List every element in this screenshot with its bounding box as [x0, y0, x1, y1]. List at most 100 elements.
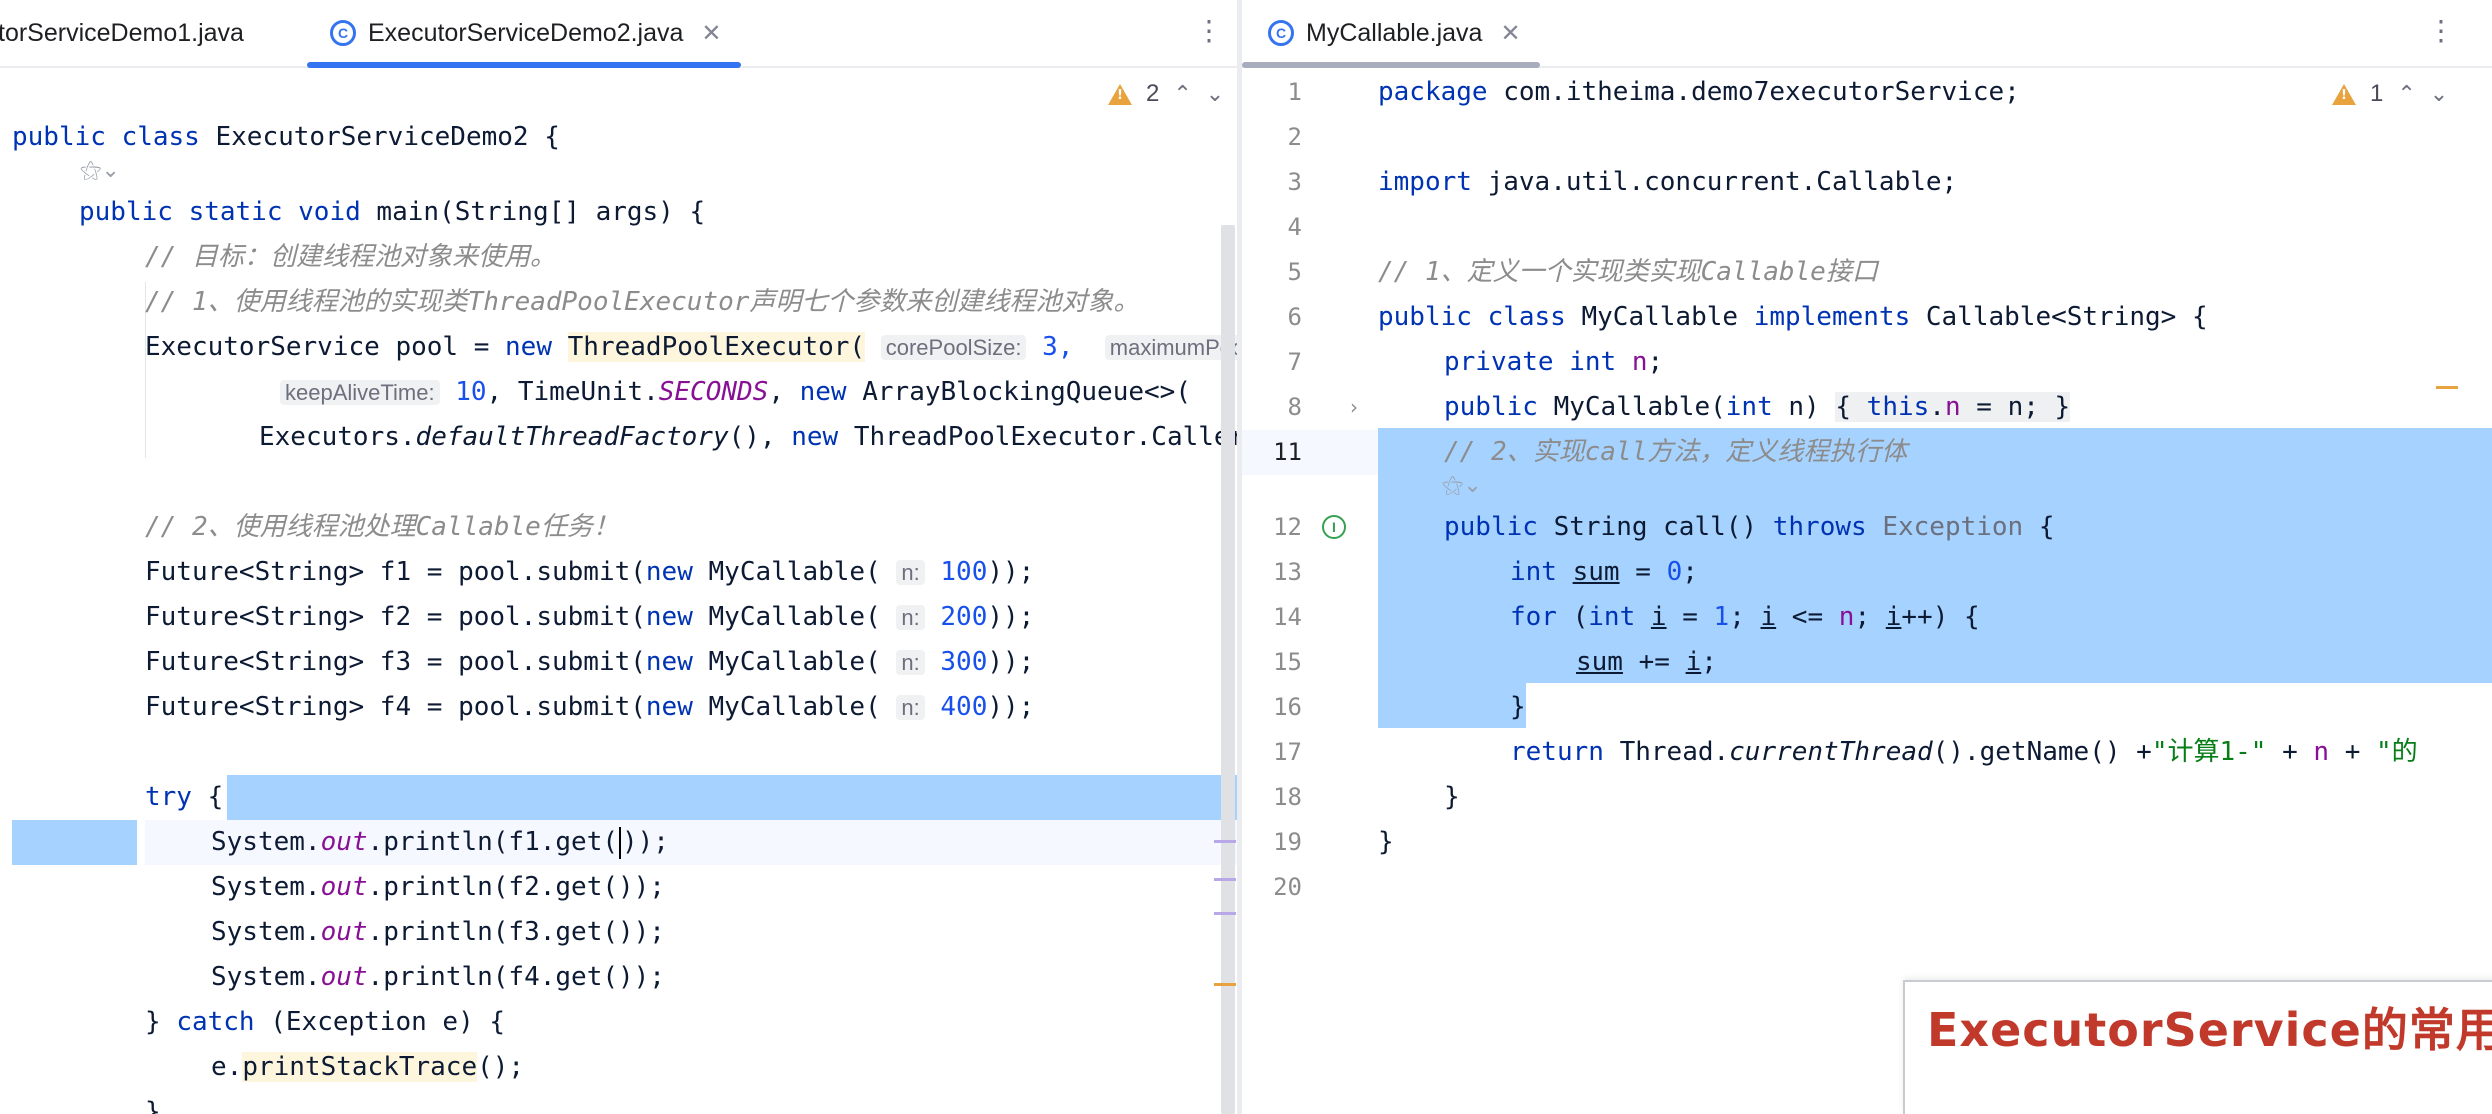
code-line[interactable]: } — [1242, 820, 2492, 865]
code-line[interactable]: } — [0, 1090, 1237, 1114]
left-editor-pane[interactable]: torServiceDemo1.java C ExecutorServiceDe… — [0, 0, 1237, 1114]
comment: // 2、实现call方法，定义线程执行体 — [1444, 437, 1908, 467]
code-line[interactable]: // 2、实现call方法，定义线程执行体 — [1242, 430, 2492, 475]
tab-executor-service-demo2[interactable]: C ExecutorServiceDemo2.java ✕ — [330, 0, 722, 66]
code-line[interactable]: Executors.defaultThreadFactory(), new Th… — [0, 415, 1237, 460]
static-field: out — [320, 917, 368, 947]
code-line[interactable]: Future<String> f4 = pool.submit(new MyCa… — [0, 685, 1237, 730]
code-text: (Exception e) { — [270, 1007, 506, 1037]
number-literal: 200 — [924, 602, 988, 632]
keyword: public — [1444, 392, 1554, 422]
parameter-hint: corePoolSize: — [880, 335, 1027, 360]
code-text: } — [1510, 692, 1526, 722]
vertical-scrollbar[interactable] — [1221, 225, 1235, 1114]
code-line[interactable]: for (int i = 1; i <= n; i++) { — [1242, 595, 2492, 640]
warning-count: 2 — [1146, 80, 1160, 107]
code-line[interactable]: } — [1242, 775, 2492, 820]
code-text: System. — [211, 872, 321, 902]
tab-label: ExecutorServiceDemo2.java — [368, 18, 684, 47]
static-field: out — [320, 962, 368, 992]
more-options-icon[interactable]: ⋮ — [1195, 14, 1223, 47]
keyword: int — [1510, 557, 1573, 587]
code-line[interactable]: Future<String> f1 = pool.submit(new MyCa… — [0, 550, 1237, 595]
code-line[interactable]: public String call() throws Exception { — [1242, 505, 2492, 550]
keyword: throws — [1772, 512, 1883, 542]
code-line[interactable]: package com.itheima.demo7executorService… — [1242, 70, 2492, 115]
code-line[interactable]: } catch (Exception e) { — [0, 1000, 1237, 1045]
chevron-down-icon[interactable]: ⌄ — [1206, 82, 1224, 107]
code-text: ArrayBlockingQueue<>( — [862, 377, 1191, 407]
code-line[interactable]: public static void main(String[] args) { — [0, 190, 1237, 235]
code-text: , TimeUnit. — [486, 377, 659, 407]
keyword: public static void — [79, 197, 377, 227]
chevron-up-icon[interactable]: ⌃ — [1173, 82, 1191, 107]
code-line[interactable]: // 目标：创建线程池对象来使用。 — [0, 235, 1237, 280]
more-options-icon[interactable]: ⋮ — [2427, 14, 2455, 47]
code-line[interactable]: } — [1242, 685, 2492, 730]
variable: sum — [1576, 647, 1623, 677]
code-text: <= — [1776, 602, 1839, 632]
usage-marker[interactable] — [1214, 840, 1236, 843]
inspection-widget[interactable]: 2 ⌃ ⌄ — [1108, 80, 1224, 108]
number-literal: 300 — [924, 647, 988, 677]
code-line[interactable]: public class ExecutorServiceDemo2 { — [0, 115, 1237, 160]
keyword: catch — [176, 1007, 271, 1037]
close-icon[interactable]: ✕ — [1500, 19, 1520, 47]
code-line[interactable]: // 1、使用线程池的实现类ThreadPoolExecutor声明七个参数来创… — [0, 280, 1237, 325]
string-literal: "的 — [2376, 737, 2418, 767]
code-text: .println(f2.get()); — [367, 872, 665, 902]
tab-label: torServiceDemo1.java — [0, 18, 244, 47]
code-line[interactable]: try { — [0, 775, 1237, 820]
code-line[interactable]: int sum = 0; — [1242, 550, 2492, 595]
code-text: )); — [622, 827, 669, 857]
code-text: .println(f1.get( — [367, 827, 618, 857]
usage-marker[interactable] — [1214, 878, 1236, 881]
code-text: .println(f4.get()); — [367, 962, 665, 992]
code-line[interactable]: System.out.println(f3.get()); — [0, 910, 1237, 955]
left-tab-bar: torServiceDemo1.java C ExecutorServiceDe… — [0, 0, 1237, 68]
close-icon[interactable]: ✕ — [701, 19, 721, 47]
code-line[interactable]: Future<String> f2 = pool.submit(new MyCa… — [0, 595, 1237, 640]
warning-marker[interactable] — [1214, 983, 1236, 986]
usage-marker[interactable] — [1214, 912, 1236, 915]
variable: i — [1760, 602, 1777, 632]
code-line[interactable]: keepAliveTime: 10, TimeUnit.SECONDS, new… — [0, 370, 1237, 415]
code-line[interactable]: e.printStackTrace(); — [0, 1045, 1237, 1090]
code-line[interactable]: System.out.println(f4.get()); — [0, 955, 1237, 1000]
code-line[interactable]: // 1、定义一个实现类实现Callable接口 — [1242, 250, 2492, 295]
warning-icon — [1108, 83, 1132, 105]
code-line[interactable]: System.out.println(f1.get()); — [0, 820, 1237, 865]
code-text: String — [1553, 512, 1664, 542]
code-line[interactable]: import java.util.concurrent.Callable; — [1242, 160, 2492, 205]
variable: sum — [1572, 557, 1620, 587]
code-text: MyCallable( — [1553, 392, 1726, 422]
code-text: { — [207, 782, 224, 812]
code-line[interactable]: // 2、使用线程池处理Callable任务！ — [0, 505, 1237, 550]
class-reference: ThreadPoolExecutor( — [567, 332, 866, 362]
right-editor-pane[interactable]: C MyCallable.java ✕ ⋮ 1 ⌃ ⌄ 1 2 3 4 5 6 … — [1242, 0, 2492, 1114]
ai-assistant-icon[interactable]: ⚝⌄ — [80, 158, 120, 183]
code-text: } — [145, 1097, 161, 1114]
keyword: new — [799, 377, 863, 407]
code-text: ( — [1572, 602, 1589, 632]
selection-highlight — [12, 820, 137, 865]
tab-executor-service-demo1[interactable]: torServiceDemo1.java — [0, 0, 244, 66]
code-text: System. — [211, 827, 321, 857]
warning-marker[interactable] — [2436, 386, 2458, 389]
variable: i — [1650, 602, 1667, 632]
code-line[interactable]: public MyCallable(int n) { this.n = n; } — [1242, 385, 2492, 430]
code-line[interactable]: public class MyCallable implements Calla… — [1242, 295, 2492, 340]
code-line[interactable]: ExecutorService pool = new ThreadPoolExe… — [0, 325, 1237, 370]
keyword: public — [1444, 512, 1554, 542]
code-line[interactable]: return Thread.currentThread().getName() … — [1242, 730, 2492, 775]
code-line[interactable]: Future<String> f3 = pool.submit(new MyCa… — [0, 640, 1237, 685]
code-line[interactable]: System.out.println(f2.get()); — [0, 865, 1237, 910]
keyword: new — [791, 422, 854, 452]
code-text: System. — [211, 917, 321, 947]
code-line[interactable]: private int n; — [1242, 340, 2492, 385]
tab-my-callable[interactable]: C MyCallable.java ✕ — [1268, 0, 1521, 66]
code-line[interactable]: sum += i; — [1242, 640, 2492, 685]
java-class-icon: C — [330, 20, 356, 46]
keyword: private int — [1444, 347, 1632, 377]
ai-assistant-icon[interactable]: ⚝⌄ — [1442, 473, 1482, 498]
